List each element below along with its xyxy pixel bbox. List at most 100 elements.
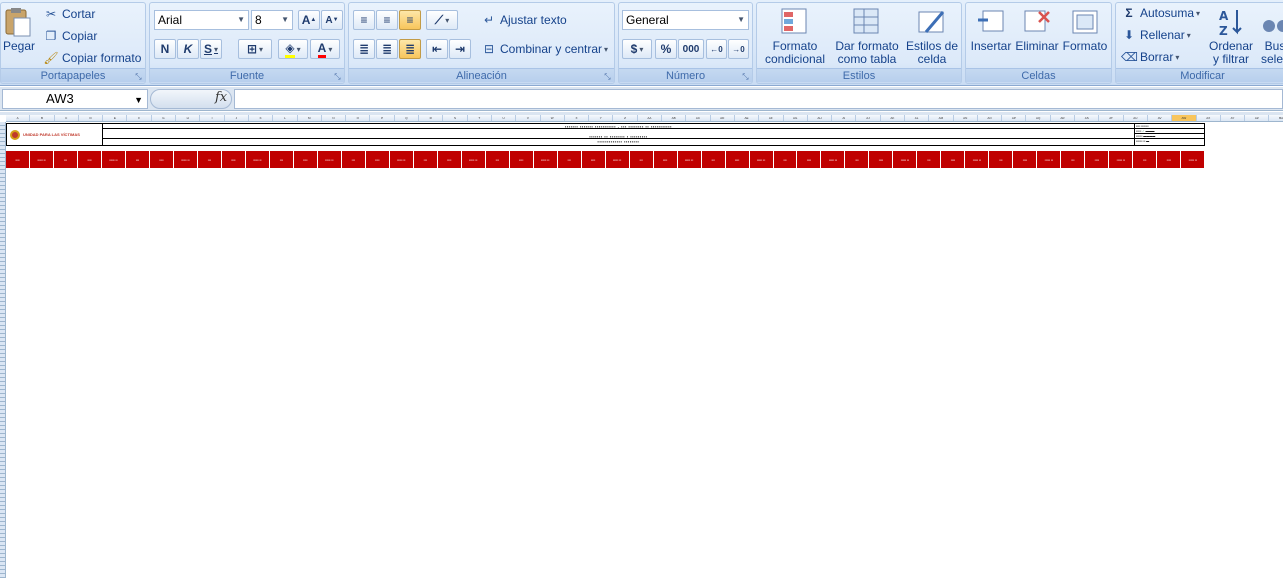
column-header[interactable]: AU: [1124, 115, 1148, 121]
column-header[interactable]: U: [492, 115, 517, 121]
table-header-cell[interactable]: ▪▪▪: [198, 151, 222, 168]
table-header-cell[interactable]: ▪▪▪▪▪ ▪▪: [30, 151, 54, 168]
font-launcher-icon[interactable]: ⤡: [333, 72, 342, 81]
increase-indent-button[interactable]: ⇥: [449, 39, 471, 59]
table-header-cell[interactable]: ▪▪▪: [1133, 151, 1158, 168]
table-header-cell[interactable]: ▪▪▪: [989, 151, 1014, 168]
number-launcher-icon[interactable]: ⤡: [741, 72, 750, 81]
table-header-cell[interactable]: ▪▪▪: [126, 151, 150, 168]
currency-button[interactable]: $ ▾: [622, 39, 652, 59]
worksheet-grid[interactable]: A B C D E F G H I J K L M N O P Q R S T U V W X Y Z AA AB AC AD AE AF AG…: [0, 112, 1283, 578]
fill-button[interactable]: ⬇ Rellenar ▾: [1121, 27, 1191, 43]
borders-button[interactable]: ⊞ ▾: [238, 39, 272, 59]
column-header[interactable]: A: [6, 115, 31, 121]
column-header[interactable]: AY: [1221, 115, 1246, 121]
column-header[interactable]: AP: [1002, 115, 1027, 121]
table-header-cell[interactable]: ▪▪▪▪▪ ▪▪: [318, 151, 342, 168]
align-bottom-button[interactable]: ≡: [399, 10, 421, 30]
column-header[interactable]: AL: [905, 115, 930, 121]
copy-button[interactable]: ❐ Copiar: [43, 28, 98, 44]
align-middle-button[interactable]: ≡: [376, 10, 398, 30]
column-header[interactable]: C: [55, 115, 79, 121]
italic-button[interactable]: K: [177, 39, 199, 59]
column-header[interactable]: AC: [686, 115, 711, 121]
table-header-cell[interactable]: ▪▪▪▪: [1013, 151, 1038, 168]
table-header-cell[interactable]: ▪▪▪▪: [1085, 151, 1110, 168]
paste-button[interactable]: Pegar: [3, 6, 35, 53]
column-header[interactable]: AB: [662, 115, 687, 121]
bold-button[interactable]: N: [154, 39, 176, 59]
name-box[interactable]: AW3 ▼: [2, 89, 148, 109]
table-header-cell[interactable]: ▪▪▪▪▪ ▪▪: [678, 151, 702, 168]
column-header[interactable]: T: [468, 115, 492, 121]
column-header[interactable]: K: [249, 115, 274, 121]
table-header-cell[interactable]: ▪▪▪: [414, 151, 438, 168]
column-header[interactable]: AM: [929, 115, 954, 121]
table-header-cell[interactable]: ▪▪▪▪: [726, 151, 750, 168]
format-cells-button[interactable]: Formato: [1062, 6, 1108, 53]
column-header[interactable]: H: [176, 115, 201, 121]
column-header[interactable]: Q: [395, 115, 420, 121]
column-header[interactable]: AI: [832, 115, 857, 121]
column-header[interactable]: N: [322, 115, 347, 121]
column-header[interactable]: AJ: [856, 115, 881, 121]
column-header[interactable]: AQ: [1026, 115, 1051, 121]
insert-function-icon[interactable]: fx: [215, 90, 227, 105]
align-center-button[interactable]: ≣: [376, 39, 398, 59]
align-right-button[interactable]: ≣: [399, 39, 421, 59]
shrink-font-button[interactable]: A ▼: [321, 10, 343, 30]
column-header[interactable]: B: [30, 115, 55, 121]
formula-input[interactable]: [234, 89, 1283, 109]
fill-color-button[interactable]: ◈ ▾: [278, 39, 308, 59]
clear-button[interactable]: ⌫ Borrar ▾: [1121, 49, 1179, 65]
merge-center-button[interactable]: ⊟ Combinar y centrar ▾: [481, 41, 608, 57]
decrease-decimal-button[interactable]: →0: [728, 39, 749, 59]
column-header[interactable]: AW: [1172, 115, 1197, 121]
table-header-cell[interactable]: ▪▪▪▪▪ ▪▪: [750, 151, 774, 168]
table-header-cell[interactable]: ▪▪▪▪▪ ▪▪: [965, 151, 990, 168]
format-as-table-button[interactable]: Dar formato como tabla: [833, 6, 901, 66]
cell-styles-button[interactable]: Estilos de celda: [905, 6, 959, 66]
column-header[interactable]: E: [103, 115, 128, 121]
table-header-cell[interactable]: ▪▪▪▪▪ ▪▪: [821, 151, 846, 168]
align-top-button[interactable]: ≡: [353, 10, 375, 30]
thousands-button[interactable]: 000: [678, 39, 704, 59]
conditional-format-button[interactable]: Formato condicional: [762, 6, 828, 66]
column-header[interactable]: AG: [784, 115, 808, 121]
table-header-cell[interactable]: ▪▪▪▪: [150, 151, 174, 168]
table-header-cell[interactable]: ▪▪▪▪: [78, 151, 102, 168]
column-header[interactable]: AS: [1075, 115, 1100, 121]
column-header[interactable]: P: [370, 115, 395, 121]
table-header-cell[interactable]: ▪▪▪▪▪ ▪▪: [1181, 151, 1206, 168]
table-header-cell[interactable]: ▪▪▪: [558, 151, 582, 168]
table-header-cell[interactable]: ▪▪▪: [270, 151, 294, 168]
column-header[interactable]: R: [419, 115, 444, 121]
table-header-cell[interactable]: ▪▪▪▪: [869, 151, 894, 168]
delete-button[interactable]: Eliminar: [1015, 6, 1059, 53]
table-header-cell[interactable]: ▪▪▪: [630, 151, 654, 168]
table-header-cell[interactable]: ▪▪▪: [486, 151, 510, 168]
decrease-indent-button[interactable]: ⇤: [426, 39, 448, 59]
sort-filter-button[interactable]: A Z Ordenar y filtrar: [1206, 6, 1256, 66]
column-header[interactable]: X: [565, 115, 590, 121]
column-header[interactable]: AA: [638, 115, 663, 121]
table-header-cell[interactable]: ▪▪▪: [702, 151, 726, 168]
table-header-cell[interactable]: ▪▪▪▪▪ ▪▪: [606, 151, 630, 168]
column-header[interactable]: G: [152, 115, 177, 121]
orientation-button[interactable]: ⟋ ▾: [426, 10, 458, 30]
grow-font-button[interactable]: A ▲: [298, 10, 320, 30]
table-header-cell[interactable]: ▪▪▪▪▪ ▪▪: [534, 151, 558, 168]
column-header[interactable]: AT: [1099, 115, 1124, 121]
table-header-cell[interactable]: ▪▪▪▪▪ ▪▪: [1037, 151, 1062, 168]
column-header[interactable]: BA: [1269, 115, 1283, 121]
column-header[interactable]: AZ: [1245, 115, 1270, 121]
table-header-cell[interactable]: ▪▪▪▪▪ ▪▪: [246, 151, 270, 168]
table-header-cell[interactable]: ▪▪▪: [917, 151, 942, 168]
table-header-cell[interactable]: ▪▪▪▪: [222, 151, 246, 168]
table-header-cell[interactable]: ▪▪▪▪: [6, 151, 30, 168]
column-header[interactable]: AR: [1051, 115, 1076, 121]
column-header[interactable]: D: [79, 115, 104, 121]
table-header-cell[interactable]: ▪▪▪▪: [941, 151, 966, 168]
table-header-cell[interactable]: ▪▪▪▪▪ ▪▪: [390, 151, 414, 168]
column-header[interactable]: AN: [954, 115, 978, 121]
